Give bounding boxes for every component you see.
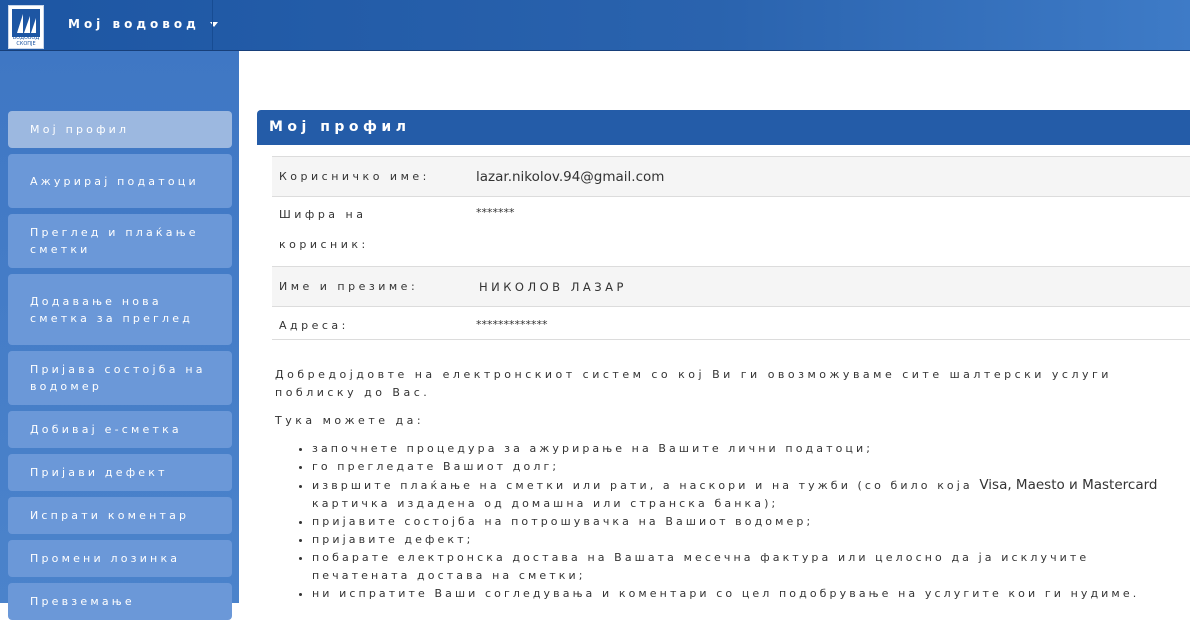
sidebar-item-bills[interactable]: Преглед и плаќање сметки — [8, 214, 232, 268]
sidebar-item-label: Пријави дефект — [30, 466, 168, 479]
sidebar-item-label: Промени лозинка — [30, 552, 181, 565]
list-item: побарате електронска достава на Вашата м… — [312, 549, 1190, 585]
profile-table-bottom — [272, 339, 1190, 340]
sidebar-item-update-data[interactable]: Ажурирај податоци — [8, 154, 232, 208]
sidebar-item-download[interactable]: Превземање — [8, 583, 232, 620]
option-text: започнете процедура за ажурирање на Ваши… — [312, 442, 874, 455]
logo-text: ВОДОВОД СКОПЈЕ — [12, 35, 40, 47]
sidebar-item-my-profile[interactable]: Мој профил — [8, 111, 232, 148]
sidebar-item-meter-reading[interactable]: Пријава состојба на водомер — [8, 351, 232, 405]
address-row: Адреса: ************* — [272, 306, 1190, 340]
company-logo[interactable]: ВОДОВОД СКОПЈЕ — [8, 5, 44, 49]
brand-label: Мој водовод — [68, 17, 200, 31]
username-row: Корисничко име: lazar.nikolov.94@gmail.c… — [272, 156, 1190, 197]
sidebar-item-add-bill[interactable]: Додавање нова сметка за преглед — [8, 274, 232, 345]
sidebar-item-label: Добивај е-сметка — [30, 423, 182, 436]
username-value: lazar.nikolov.94@gmail.com — [476, 169, 665, 185]
password-value: ******* — [476, 206, 515, 219]
brand-dropdown[interactable]: Мој водовод — [68, 17, 218, 31]
option-text: го прегледате Вашиот долг; — [312, 460, 560, 473]
options-intro: Тука можете да: — [275, 414, 425, 427]
sidebar-item-send-comment[interactable]: Испрати коментар — [8, 497, 232, 534]
top-navbar: ВОДОВОД СКОПЈЕ Мој водовод — [0, 0, 1190, 51]
sidebar: Мој профил Ажурирај податоци Преглед и п… — [0, 51, 239, 620]
list-item: ни испратите Ваши согледувања и коментар… — [312, 585, 1190, 603]
address-label: Адреса: — [279, 319, 349, 332]
sidebar-item-label: Пријава состојба на водомер — [30, 363, 206, 393]
option-text: ни испратите Ваши согледувања и коментар… — [312, 587, 1140, 600]
list-item: пријавите состојба на потрошувачка на Ва… — [312, 513, 1190, 531]
option-text: побарате електронска достава на Вашата м… — [312, 551, 1090, 582]
sidebar-item-report-defect[interactable]: Пријави дефект — [8, 454, 232, 491]
sidebar-item-label: Превземање — [30, 595, 135, 608]
option-text: извршите плаќање на сметки или рати, а н… — [312, 479, 980, 492]
password-label: Шифра на корисник: — [279, 208, 369, 251]
list-item: пријавите дефект; — [312, 531, 1190, 549]
name-value: НИКОЛОВ ЛАЗАР — [479, 280, 627, 294]
options-list: започнете процедура за ажурирање на Ваши… — [275, 440, 1190, 603]
sidebar-item-label: Ажурирај податоци — [30, 174, 199, 188]
navbar-divider — [212, 0, 213, 50]
name-label: Име и презиме: — [279, 280, 419, 293]
sidebar-item-e-bill[interactable]: Добивај е-сметка — [8, 411, 232, 448]
username-label: Корисничко име: — [279, 170, 430, 183]
address-value: ************* — [476, 318, 548, 331]
list-item: започнете процедура за ажурирање на Ваши… — [312, 440, 1190, 458]
option-text: пријавите состојба на потрошувачка на Ва… — [312, 515, 814, 528]
sidebar-item-label: Преглед и плаќање сметки — [30, 226, 199, 256]
profile-panel-title: Мој профил — [257, 110, 1190, 145]
sidebar-item-change-password[interactable]: Промени лозинка — [8, 540, 232, 577]
sidebar-item-label: Мој профил — [30, 123, 130, 136]
sidebar-item-label: Испрати коментар — [30, 509, 190, 522]
welcome-text: Добредојдовте на електронскиот систем со… — [275, 368, 1112, 399]
list-item: го прегледате Вашиот долг; — [312, 458, 1190, 476]
list-item: извршите плаќање на сметки или рати, а н… — [312, 476, 1190, 513]
sidebar-item-label: Додавање нова сметка за преглед — [30, 294, 194, 325]
name-row: Име и презиме: НИКОЛОВ ЛАЗАР — [272, 266, 1190, 307]
option-text: картичка издадена од домашна или странск… — [312, 497, 779, 510]
password-row: Шифра на корисник: ******* — [272, 196, 1190, 267]
option-text: пријавите дефект; — [312, 533, 474, 546]
card-brands: Visa, Maesto и Mastercard — [979, 477, 1158, 493]
